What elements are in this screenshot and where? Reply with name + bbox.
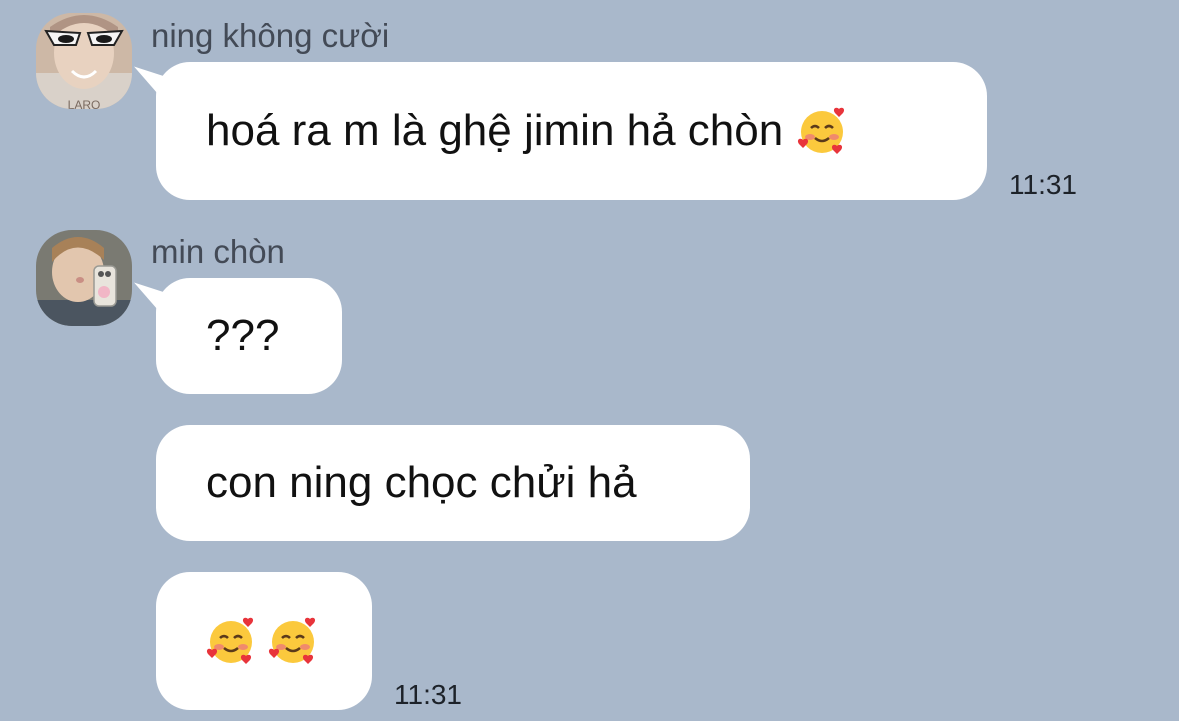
message-text: con ning chọc chửi hả [206,458,637,507]
profile-photo-icon [36,230,132,326]
avatar-min[interactable] [36,230,132,326]
message-time: 11:31 [1009,169,1077,200]
chat-area: LARO ning không cười hoá ra m là ghệ jim… [0,0,1179,721]
message-bubble[interactable] [156,572,372,710]
message-text: ??? [206,311,280,360]
smiling-face-with-hearts-icon [268,616,318,666]
message-bubble[interactable]: hoá ra m là ghệ jimin hả chòn [156,62,987,200]
sender-name: min chòn [151,233,285,270]
sender-name: ning không cười [151,17,390,54]
message-bubble[interactable]: con ning chọc chửi hả [156,425,750,541]
svg-text:LARO: LARO [68,98,101,109]
smiling-face-with-hearts-icon [206,616,256,666]
message-time: 11:31 [394,679,462,710]
message-bubble[interactable]: ??? [156,278,342,394]
avatar-ning[interactable]: LARO [36,13,132,109]
smiling-face-with-hearts-icon [797,106,847,156]
profile-photo-icon: LARO [36,13,132,109]
message-text: hoá ra m là ghệ jimin hả chòn [206,106,784,155]
